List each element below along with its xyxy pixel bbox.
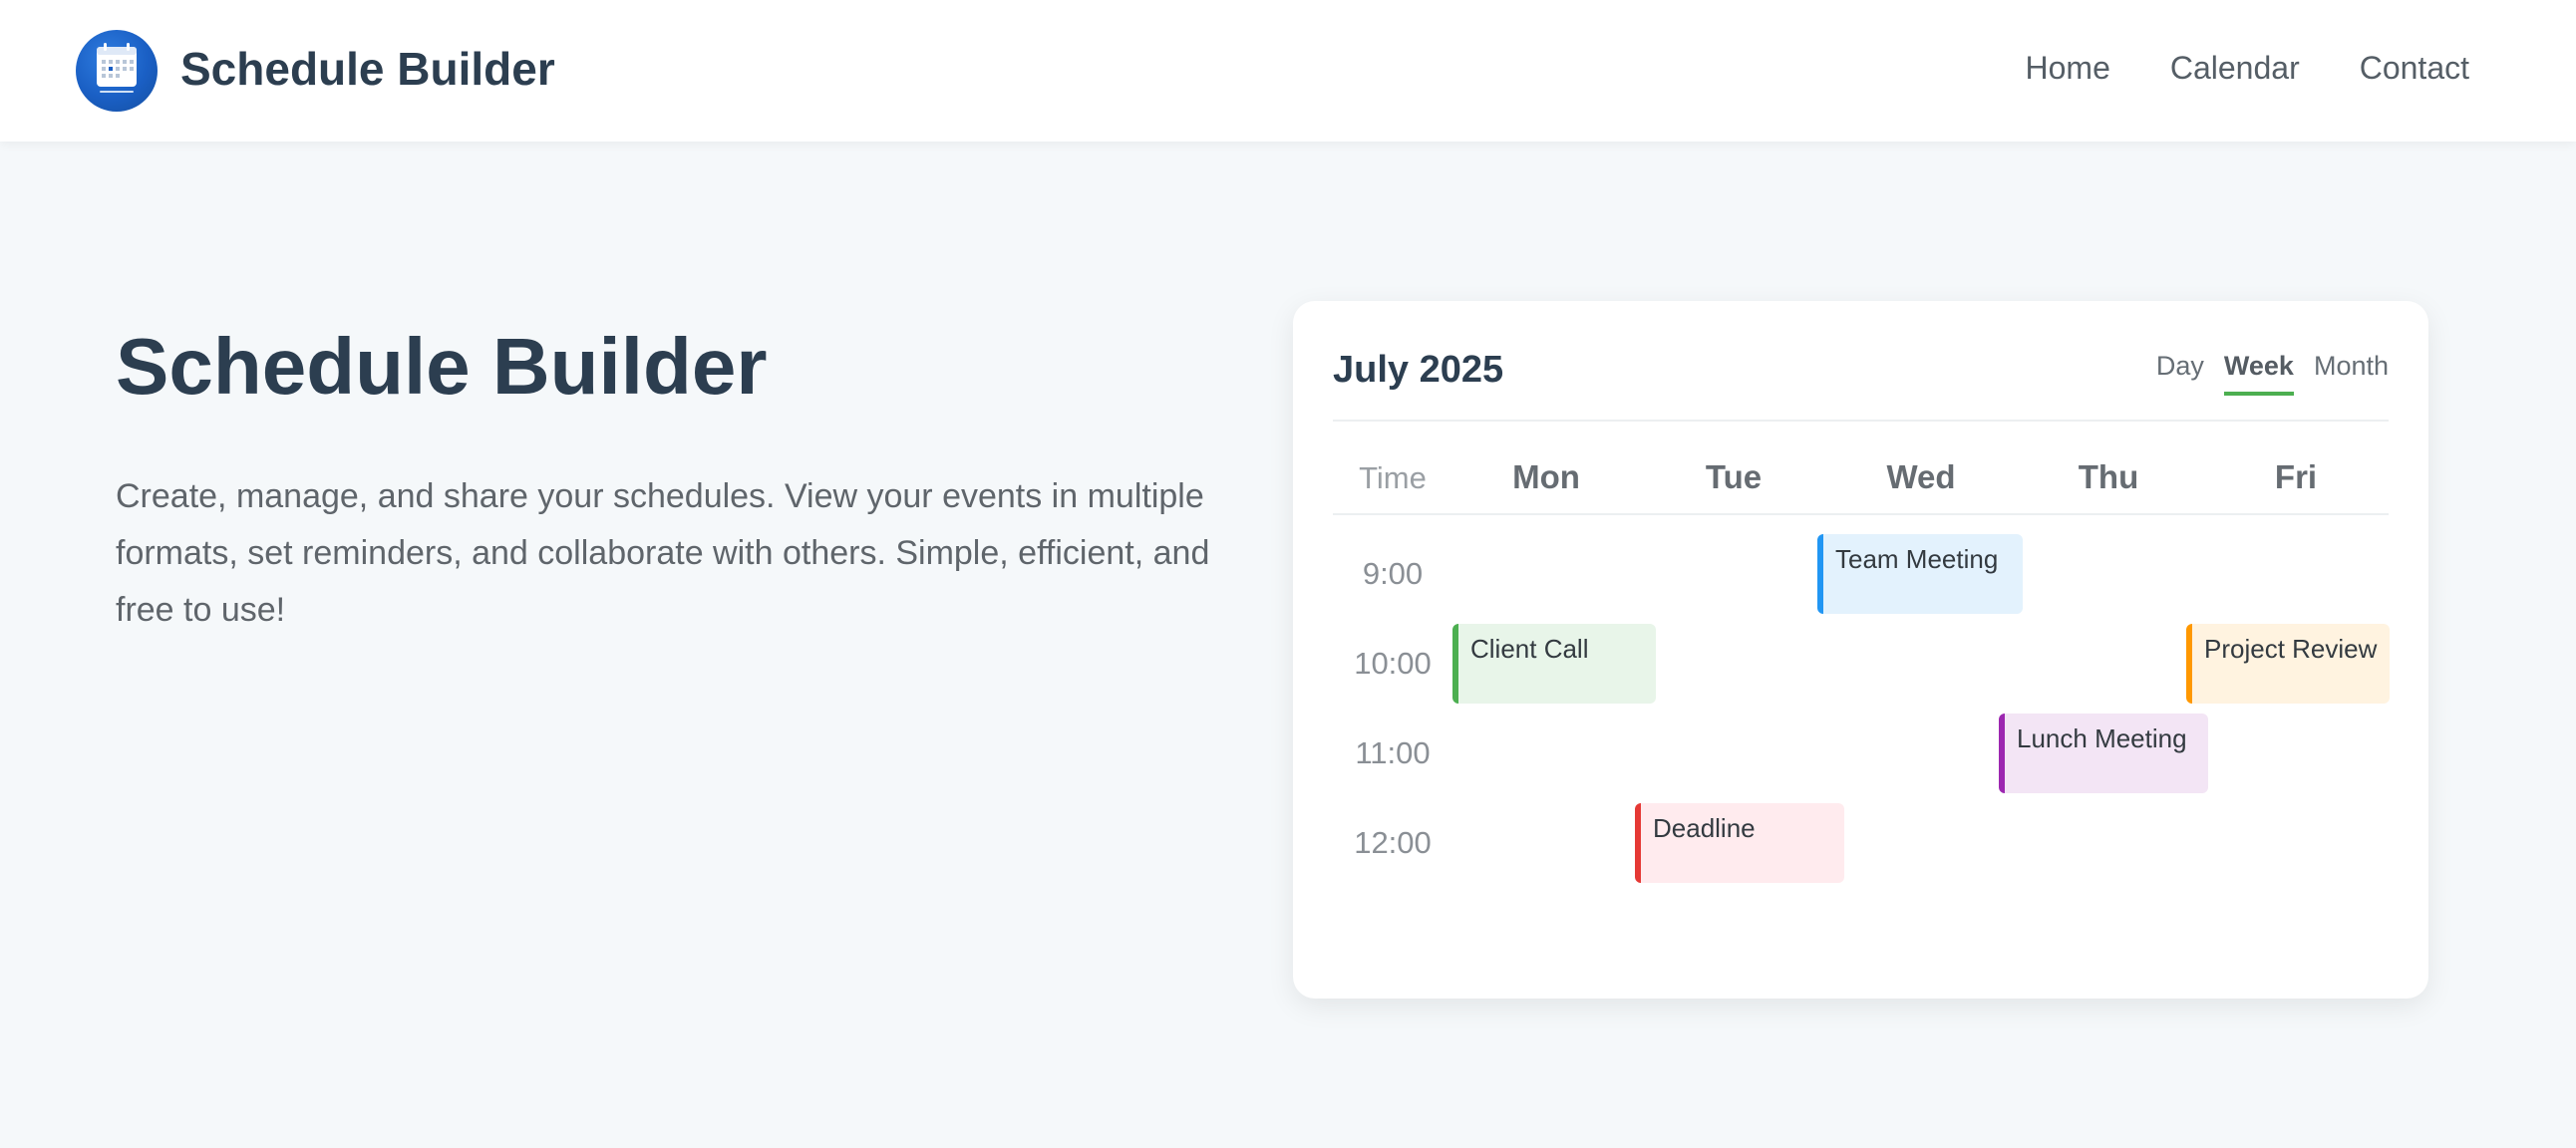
view-tab-month[interactable]: Month	[2314, 351, 2389, 396]
event-client-call[interactable]: Client Call	[1452, 624, 1656, 704]
card-divider	[1333, 420, 2389, 422]
hero-description: Create, manage, and share your schedules…	[116, 477, 1210, 629]
day-header-wed: Wed	[1886, 458, 1956, 495]
nav-calendar-link[interactable]: Calendar	[2170, 50, 2300, 87]
nav-home-link[interactable]: Home	[2026, 50, 2110, 87]
calendar-logo-icon[interactable]	[76, 30, 158, 112]
event-lunch-meeting[interactable]: Lunch Meeting	[1999, 714, 2208, 793]
day-header-fri: Fri	[2274, 458, 2318, 495]
hero-title: Schedule Builder	[116, 322, 768, 411]
main-nav: Home Calendar Contact	[2026, 50, 2470, 87]
header-divider	[1333, 513, 2389, 515]
day-header-thu: Thu	[2078, 458, 2139, 495]
event-team-meeting[interactable]: Team Meeting	[1817, 534, 2023, 614]
view-switcher: Day Week Month	[2156, 351, 2389, 396]
top-header: Schedule Builder Home Calendar Contact	[0, 0, 2576, 142]
calendar-month-title: July 2025	[1333, 349, 1504, 391]
time-label-10: 10:00	[1354, 646, 1432, 681]
event-deadline[interactable]: Deadline	[1635, 803, 1844, 883]
time-label-9: 9:00	[1362, 556, 1424, 591]
view-tab-week[interactable]: Week	[2223, 351, 2294, 396]
time-label-12: 12:00	[1354, 825, 1432, 860]
calendar-card: July 2025 Day Week Month Time Mon Tue We…	[1293, 301, 2428, 999]
time-column-header: Time	[1359, 460, 1427, 495]
day-header-tue: Tue	[1705, 458, 1763, 495]
nav-contact-link[interactable]: Contact	[2360, 50, 2469, 87]
time-label-11: 11:00	[1355, 735, 1431, 770]
brand-title: Schedule Builder	[180, 43, 555, 95]
day-header-mon: Mon	[1512, 458, 1580, 495]
view-tab-day[interactable]: Day	[2156, 351, 2204, 396]
event-project-review[interactable]: Project Review	[2186, 624, 2390, 704]
